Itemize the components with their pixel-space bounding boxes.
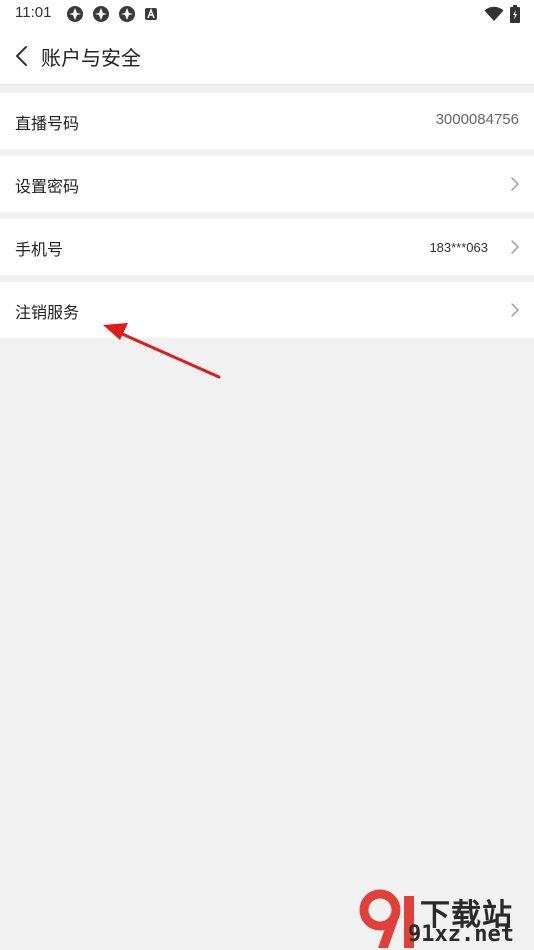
app-notification-icon (119, 6, 135, 22)
status-icons-right (484, 5, 520, 23)
row-label: 手机号 (15, 240, 64, 259)
chevron-right-icon (511, 303, 519, 317)
row-label: 注销服务 (15, 303, 80, 322)
status-icons-left (66, 5, 158, 23)
status-bar: 11:01 (0, 0, 534, 28)
row-value: 183***063 (429, 240, 488, 255)
status-time: 11:01 (15, 4, 52, 21)
row-label: 直播号码 (15, 114, 80, 133)
page-title: 账户与安全 (41, 46, 141, 70)
battery-icon (510, 5, 520, 23)
chevron-right-icon (511, 177, 519, 191)
app-notification-icon (93, 6, 109, 22)
settings-row-cancel-service[interactable]: 注销服务 (0, 282, 534, 338)
a-badge-icon (145, 8, 157, 20)
row-value: 3000084756 (435, 111, 519, 128)
row-label: 设置密码 (15, 177, 80, 196)
app-bar: 账户与安全 (0, 28, 534, 85)
wifi-icon (484, 6, 504, 21)
app-notification-icon (67, 6, 83, 22)
settings-row-phone-number[interactable]: 手机号 183***063 (0, 219, 534, 275)
settings-row-live-number: 直播号码 3000084756 (0, 93, 534, 149)
watermark-url: 91xz.net (408, 922, 514, 947)
watermark: 下载站 91xz.net (358, 886, 534, 950)
chevron-left-icon[interactable] (12, 44, 32, 68)
settings-row-set-password[interactable]: 设置密码 (0, 156, 534, 212)
chevron-right-icon (511, 240, 519, 254)
